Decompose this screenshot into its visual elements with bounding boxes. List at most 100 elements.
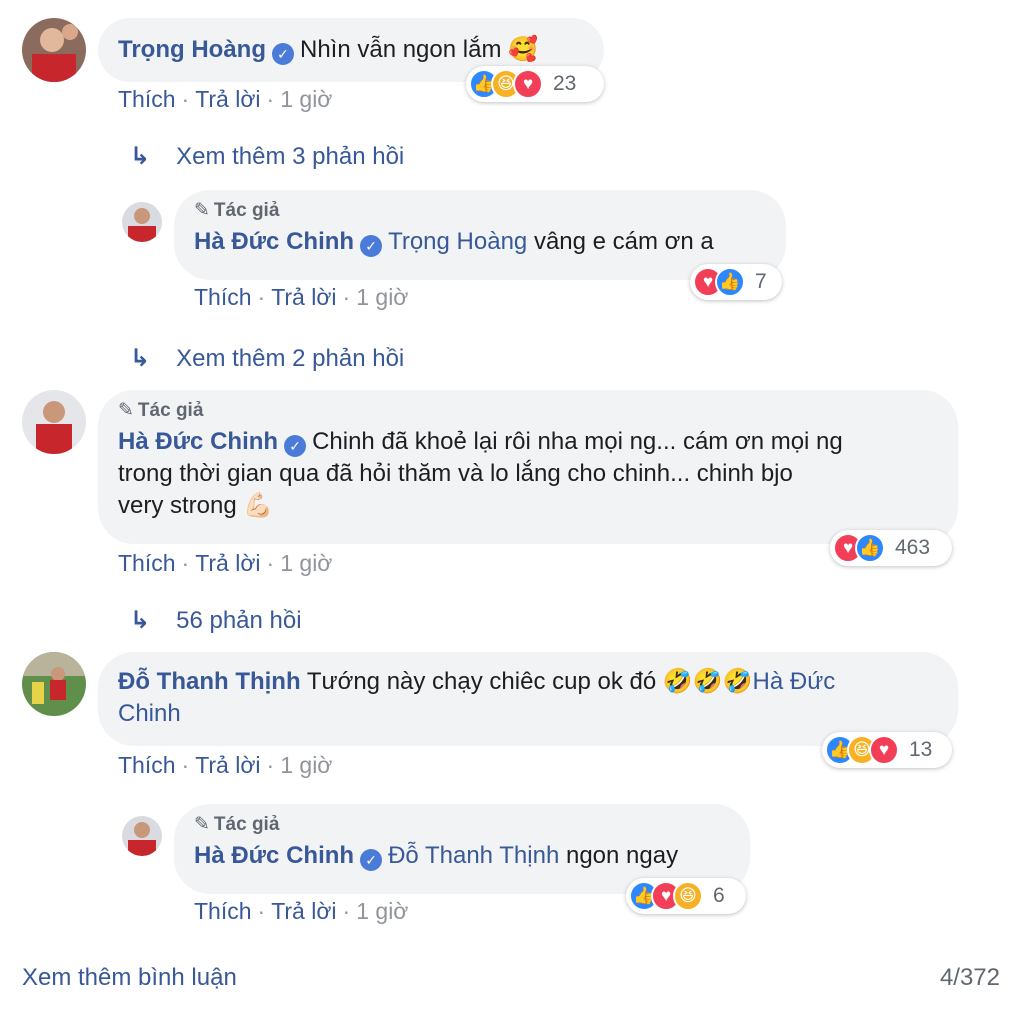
timestamp[interactable]: 1 giờ <box>280 752 332 778</box>
timestamp[interactable]: 1 giờ <box>280 550 332 576</box>
reply-author-name[interactable]: Hà Đức Chinh <box>194 842 354 869</box>
reaction-summary[interactable]: 👍 ♥ 😆 6 <box>626 878 746 914</box>
reply-actions: Thích · Trả lời · 1 giờ <box>194 284 408 311</box>
like-link[interactable]: Thích <box>118 752 176 778</box>
flexed-biceps-emoji: 💪🏻 <box>243 492 274 519</box>
mention-link[interactable]: Đỗ Thanh Thịnh <box>388 842 559 869</box>
reply-link[interactable]: Trả lời <box>195 752 260 778</box>
separator-dot: · <box>266 752 275 778</box>
reply-text: ngon ngay <box>565 842 679 869</box>
avatar-image <box>22 390 86 454</box>
reaction-count: 13 <box>909 738 933 761</box>
reply-link[interactable]: Trả lời <box>195 550 260 576</box>
reaction-count: 6 <box>713 884 725 907</box>
replies-count-link[interactable]: ↳ 56 phản hồi <box>130 606 302 635</box>
reply-link[interactable]: Trả lời <box>271 284 336 310</box>
like-link[interactable]: Thích <box>194 284 252 310</box>
comment-author-name[interactable]: Trọng Hoàng <box>118 36 266 63</box>
haha-icon: 😆 <box>673 881 703 911</box>
like-icon: 👍 <box>715 267 745 297</box>
reply-link[interactable]: Trả lời <box>195 86 260 112</box>
author-tag-label: Tác giả <box>213 200 280 221</box>
reaction-summary[interactable]: ♥ 👍 7 <box>690 264 782 300</box>
reply-author-name[interactable]: Hà Đức Chinh <box>194 228 354 255</box>
separator-dot: · <box>342 898 351 924</box>
separator-dot: · <box>257 898 266 924</box>
replies-count-label: 56 phản hồi <box>176 606 302 634</box>
comment-text: Nhìn vẫn ngon lắm <box>299 36 502 63</box>
reaction-summary[interactable]: 👍 😆 ♥ 13 <box>822 732 952 768</box>
reply-link[interactable]: Trả lời <box>271 898 336 924</box>
author-tag: ✎ Tác giả <box>118 400 938 422</box>
separator-dot: · <box>181 550 190 576</box>
comment-text-line3: very strong <box>118 492 237 519</box>
avatar-image <box>122 202 162 242</box>
reply-arrow-icon: ↳ <box>130 143 151 170</box>
reply-bubble: ✎ Tác giả Hà Đức Chinh ✓ Trọng Hoàng vâng e… <box>174 190 786 280</box>
reaction-count: 23 <box>553 72 577 95</box>
avatar-ha-duc-chinh[interactable] <box>22 390 86 454</box>
reply-text: vâng e cám ơn a <box>533 228 714 255</box>
comment-actions: Thích · Trả lời · 1 giờ <box>118 86 332 113</box>
view-more-replies[interactable]: ↳ Xem thêm 3 phản hồi <box>130 142 404 171</box>
like-icon: 👍 <box>855 533 885 563</box>
avatar-trong-hoang[interactable] <box>22 18 86 82</box>
author-tag-label: Tác giả <box>137 400 204 421</box>
avatar-image <box>22 652 86 716</box>
comment-author-name[interactable]: Đỗ Thanh Thịnh <box>118 668 301 695</box>
comment-count: 4/372 <box>939 964 1000 991</box>
avatar-image <box>122 816 162 856</box>
reaction-summary[interactable]: ♥ 👍 463 <box>830 530 952 566</box>
separator-dot: · <box>266 86 275 112</box>
pencil-icon: ✎ <box>118 400 134 421</box>
like-link[interactable]: Thích <box>118 86 176 112</box>
mention-link[interactable]: Hà Đức <box>753 668 836 695</box>
verified-badge-icon: ✓ <box>271 43 294 65</box>
separator-dot: · <box>266 550 275 576</box>
view-more-replies-label: Xem thêm 3 phản hồi <box>176 142 405 170</box>
smiling-hearts-emoji: 🥰 <box>508 36 539 63</box>
author-tag: ✎ Tác giả <box>194 200 766 222</box>
avatar-image <box>22 18 86 82</box>
view-more-comments-link[interactable]: Xem thêm bình luận <box>22 964 237 992</box>
mention-link-continued[interactable]: Chinh <box>118 700 181 727</box>
separator-dot: · <box>342 284 351 310</box>
timestamp[interactable]: 1 giờ <box>356 898 408 924</box>
view-more-replies[interactable]: ↳ Xem thêm 2 phản hồi <box>130 344 404 373</box>
verified-badge-icon: ✓ <box>360 235 383 257</box>
comment-actions: Thích · Trả lời · 1 giờ <box>118 550 332 577</box>
comment-text-line2: trong thời gian qua đã hỏi thăm và lo lắ… <box>118 460 793 487</box>
author-tag-label: Tác giả <box>213 814 280 835</box>
separator-dot: · <box>181 86 190 112</box>
love-icon: ♥ <box>513 69 543 99</box>
reaction-count: 463 <box>895 536 931 559</box>
avatar-ha-duc-chinh[interactable] <box>122 202 162 242</box>
pencil-icon: ✎ <box>194 200 210 221</box>
like-link[interactable]: Thích <box>118 550 176 576</box>
mention-link[interactable]: Trọng Hoàng <box>388 228 527 255</box>
comment-actions: Thích · Trả lời · 1 giờ <box>118 752 332 779</box>
comment-text: Tướng này chạy chiêc cup ok đó <box>306 668 657 695</box>
reply-arrow-icon: ↳ <box>130 345 151 372</box>
avatar-ha-duc-chinh[interactable] <box>122 816 162 856</box>
author-tag: ✎ Tác giả <box>194 814 730 836</box>
like-link[interactable]: Thích <box>194 898 252 924</box>
comment-author-name[interactable]: Hà Đức Chinh <box>118 428 278 455</box>
love-icon: ♥ <box>869 735 899 765</box>
avatar-do-thanh-thinh[interactable] <box>22 652 86 716</box>
comment-bubble: Đỗ Thanh Thịnh Tướng này chạy chiêc cup … <box>98 652 958 746</box>
reply-arrow-icon: ↳ <box>130 607 151 634</box>
timestamp[interactable]: 1 giờ <box>280 86 332 112</box>
reaction-summary[interactable]: 👍 😆 ♥ 23 <box>466 66 604 102</box>
reaction-count: 7 <box>755 270 767 293</box>
timestamp[interactable]: 1 giờ <box>356 284 408 310</box>
separator-dot: · <box>257 284 266 310</box>
rolling-laughing-emoji: 🤣🤣🤣 <box>662 668 753 695</box>
verified-badge-icon: ✓ <box>284 435 307 457</box>
reply-actions: Thích · Trả lời · 1 giờ <box>194 898 408 925</box>
pencil-icon: ✎ <box>194 814 210 835</box>
separator-dot: · <box>181 752 190 778</box>
comment-bubble: ✎ Tác giả Hà Đức Chinh ✓ Chinh đã khoẻ lại … <box>98 390 958 544</box>
view-more-replies-label: Xem thêm 2 phản hồi <box>176 344 405 372</box>
comment-text-line1: Chinh đã khoẻ lại rôi nha mọi ng... cám … <box>312 428 843 455</box>
